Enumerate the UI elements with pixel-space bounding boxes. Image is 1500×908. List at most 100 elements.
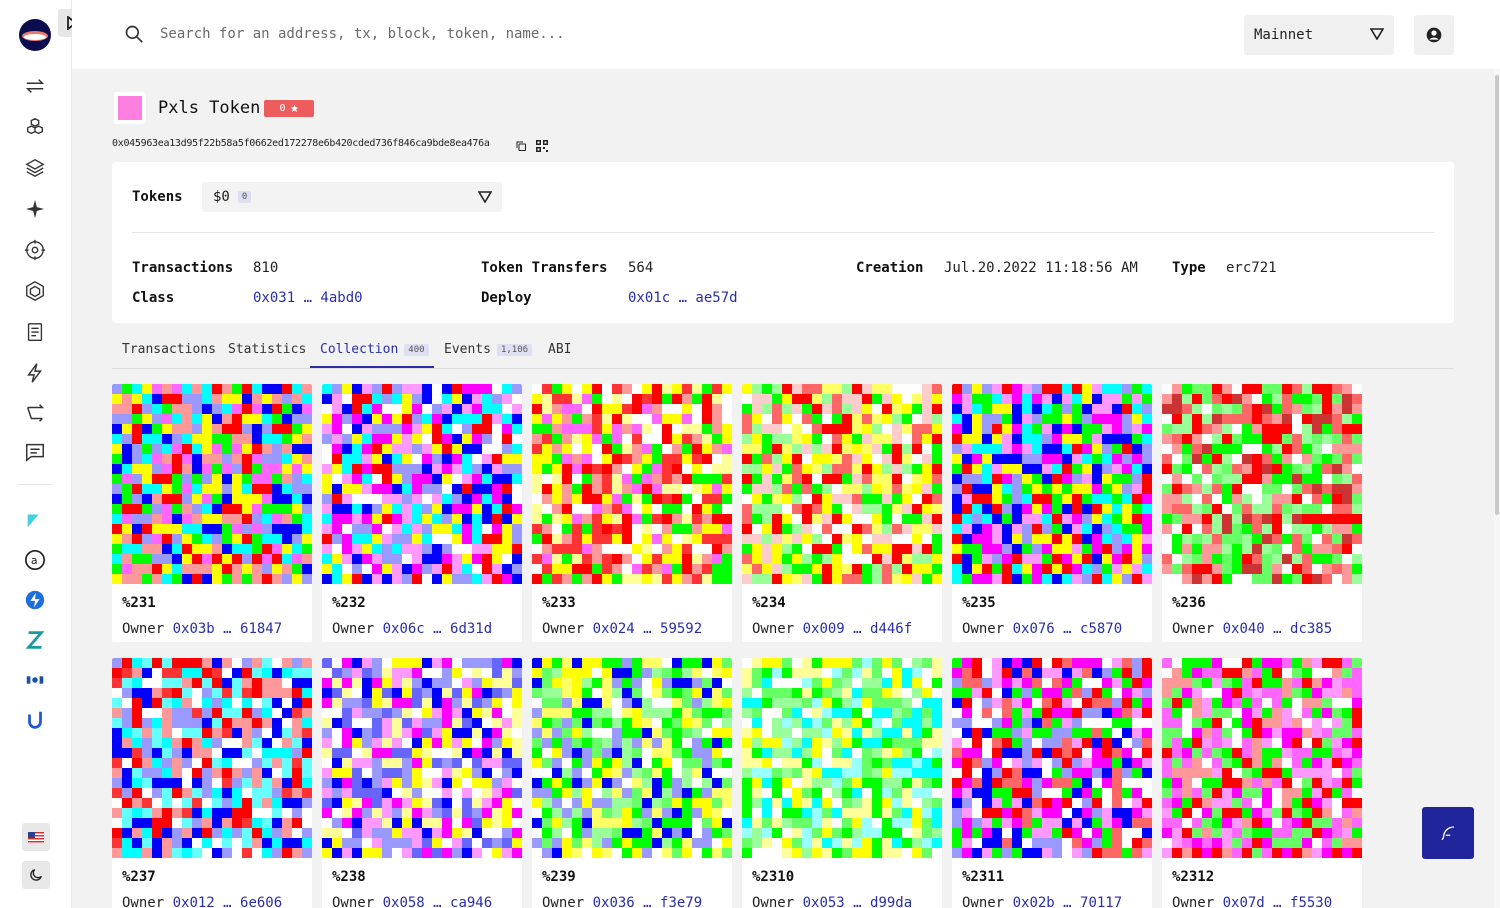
tokens-count-badge: 0 [237,191,252,203]
nft-id: %238 [332,869,366,885]
nft-card[interactable]: %231 Owner 0x03b … 61847 [112,384,312,642]
moon-icon[interactable] [22,861,50,889]
starknet-icon[interactable] [22,196,48,222]
nft-card[interactable]: %236 Owner 0x040 … dc385 [1162,384,1362,642]
sidebar-divider [18,484,52,485]
messages-icon[interactable] [22,439,48,465]
feedback-button[interactable] [1422,807,1474,859]
bridge-icon[interactable] [22,400,48,426]
language-flag-icon[interactable] [22,823,50,851]
owner-label: Owner [122,621,165,637]
nft-id: %235 [962,595,996,611]
nft-card[interactable]: %233 Owner 0x024 … 59592 [532,384,732,642]
nft-owner: Owner 0x053 … d99da [752,895,912,908]
qr-code-icon[interactable] [536,137,548,156]
search-icon [124,24,144,48]
owner-address-link[interactable]: 0x036 … f3e79 [593,895,703,908]
nft-image[interactable] [1162,658,1362,858]
nft-card[interactable]: %234 Owner 0x009 … d446f [742,384,942,642]
nft-id: %237 [122,869,156,885]
owner-address-link[interactable]: 0x009 … d446f [803,621,913,637]
owner-label: Owner [752,621,795,637]
owner-label: Owner [542,895,585,908]
contracts-icon[interactable] [22,155,48,181]
nft-image[interactable] [112,658,312,858]
tab-statistics[interactable]: Statistics [228,342,306,357]
token-name: Pxls Token [158,98,261,118]
nft-owner: Owner 0x012 … 6e606 [122,895,282,908]
type-label: Type [1172,260,1206,276]
zklend-icon[interactable] [22,627,48,653]
copy-icon[interactable] [515,137,527,156]
blocks-icon[interactable] [22,114,48,140]
tokens-dropdown[interactable]: $0 0 [202,182,502,212]
owner-address-link[interactable]: 0x058 … ca946 [383,895,493,908]
nft-card[interactable]: %235 Owner 0x076 … c5870 [952,384,1152,642]
nft-owner: Owner 0x076 … c5870 [962,621,1122,637]
account-button[interactable] [1414,15,1454,55]
starkgate-icon[interactable] [22,507,48,533]
nft-card[interactable]: %2311 Owner 0x02b … 70117 [952,658,1152,908]
nft-image[interactable] [322,384,522,584]
tab-label: Collection [320,342,399,357]
nft-image[interactable] [322,658,522,858]
owner-address-link[interactable]: 0x040 … dc385 [1223,621,1333,637]
owner-address-link[interactable]: 0x076 … c5870 [1013,621,1123,637]
token-avatar [114,92,146,124]
owner-address-link[interactable]: 0x06c … 6d31d [383,621,493,637]
tab-label: ABI [548,342,572,357]
nft-image[interactable] [742,658,942,858]
dappland-icon[interactable] [22,707,48,733]
tokens-value: $0 [213,189,230,205]
nft-owner: Owner 0x058 … ca946 [332,895,492,908]
nft-card[interactable]: %2312 Owner 0x07d … f5530 [1162,658,1362,908]
tab-events[interactable]: Events 1,106 [444,342,533,357]
explore-icon[interactable] [22,237,48,263]
star-badge[interactable]: 0 [264,100,314,117]
nft-image[interactable] [952,384,1152,584]
nodes-icon[interactable] [22,278,48,304]
voyager-logo[interactable] [19,19,51,51]
network-select[interactable]: Mainnet [1244,15,1394,55]
owner-address-link[interactable]: 0x012 … 6e606 [173,895,283,908]
nft-id: %232 [332,595,366,611]
tab-bar: Transactions Statistics Collection 400 Ev… [112,334,1454,369]
nft-owner: Owner 0x02b … 70117 [962,895,1122,908]
search-input[interactable] [160,20,860,48]
owner-address-link[interactable]: 0x03b … 61847 [173,621,283,637]
argent-icon[interactable]: a [22,547,48,573]
nft-image[interactable] [952,658,1152,858]
orbiter-icon[interactable] [22,667,48,693]
owner-address-link[interactable]: 0x053 … d99da [803,895,913,908]
nft-card[interactable]: %238 Owner 0x058 … ca946 [322,658,522,908]
nft-image[interactable] [532,658,732,858]
nft-card[interactable]: %2310 Owner 0x053 … d99da [742,658,942,908]
sidebar: a [0,0,72,908]
nft-image[interactable] [112,384,312,584]
nft-image[interactable] [742,384,942,584]
sparks-icon[interactable] [22,360,48,386]
owner-label: Owner [962,621,1005,637]
nft-card[interactable]: %232 Owner 0x06c … 6d31d [322,384,522,642]
layerswap-icon[interactable] [22,587,48,613]
star-icon [290,104,298,113]
nft-id: %2311 [962,869,1005,885]
scrollbar-thumb[interactable] [1495,75,1499,515]
deploy-tx-link[interactable]: 0x01c … ae57d [628,290,738,306]
nft-card[interactable]: %239 Owner 0x036 … f3e79 [532,658,732,908]
docs-icon[interactable] [22,319,48,345]
nft-image[interactable] [1162,384,1362,584]
owner-address-link[interactable]: 0x024 … 59592 [593,621,703,637]
tab-collection[interactable]: Collection 400 [320,342,429,357]
owner-address-link[interactable]: 0x02b … 70117 [1013,895,1123,908]
token-transfers-label: Token Transfers [481,260,608,276]
transactions-icon[interactable] [22,73,48,99]
nft-image[interactable] [532,384,732,584]
class-hash-link[interactable]: 0x031 … 4abd0 [253,290,363,306]
owner-address-link[interactable]: 0x07d … f5530 [1223,895,1333,908]
contract-address: 0x045963ea13d95f22b58a5f0662ed172278e6b4… [112,138,490,149]
nft-id: %2310 [752,869,795,885]
tab-abi[interactable]: ABI [548,342,571,357]
tab-transactions[interactable]: Transactions [122,342,216,357]
nft-card[interactable]: %237 Owner 0x012 … 6e606 [112,658,312,908]
